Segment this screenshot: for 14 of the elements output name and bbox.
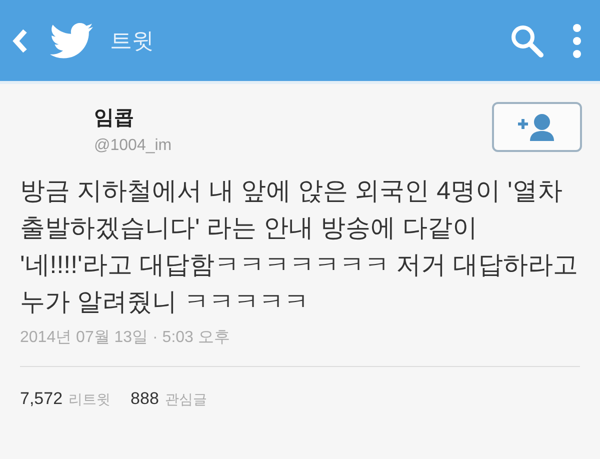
back-icon[interactable] bbox=[12, 28, 28, 54]
stat-count: 888 bbox=[130, 389, 159, 409]
author-name: 임콥 bbox=[94, 106, 135, 131]
more-icon[interactable] bbox=[572, 22, 582, 58]
stat-label: 관심글 bbox=[164, 391, 207, 409]
app-bar-title: 트윗 bbox=[110, 26, 155, 54]
bird-icon bbox=[50, 22, 94, 58]
stat-count: 7,572 bbox=[20, 389, 63, 409]
stat-label: 리트윗 bbox=[68, 391, 111, 409]
follow-button[interactable] bbox=[492, 102, 582, 152]
author-handle: @1004_im bbox=[94, 137, 172, 155]
tweet-text: 방금 지하철에서 내 앞에 앉은 외국인 4명이 '열차 출발하겠습니다' 라는 안내 방송에 다같이 '네!!!!'라고 대답함ㅋㅋㅋㅋㅋㅋㅋ 저거 대답하라고 누가 알려줬니 ㅋㅋㅋㅋㅋ bbox=[19, 176, 580, 318]
tweet-timestamp: 2014년 07월 13일 · 5:03 오후 bbox=[19, 328, 231, 348]
search-icon[interactable] bbox=[510, 24, 544, 58]
